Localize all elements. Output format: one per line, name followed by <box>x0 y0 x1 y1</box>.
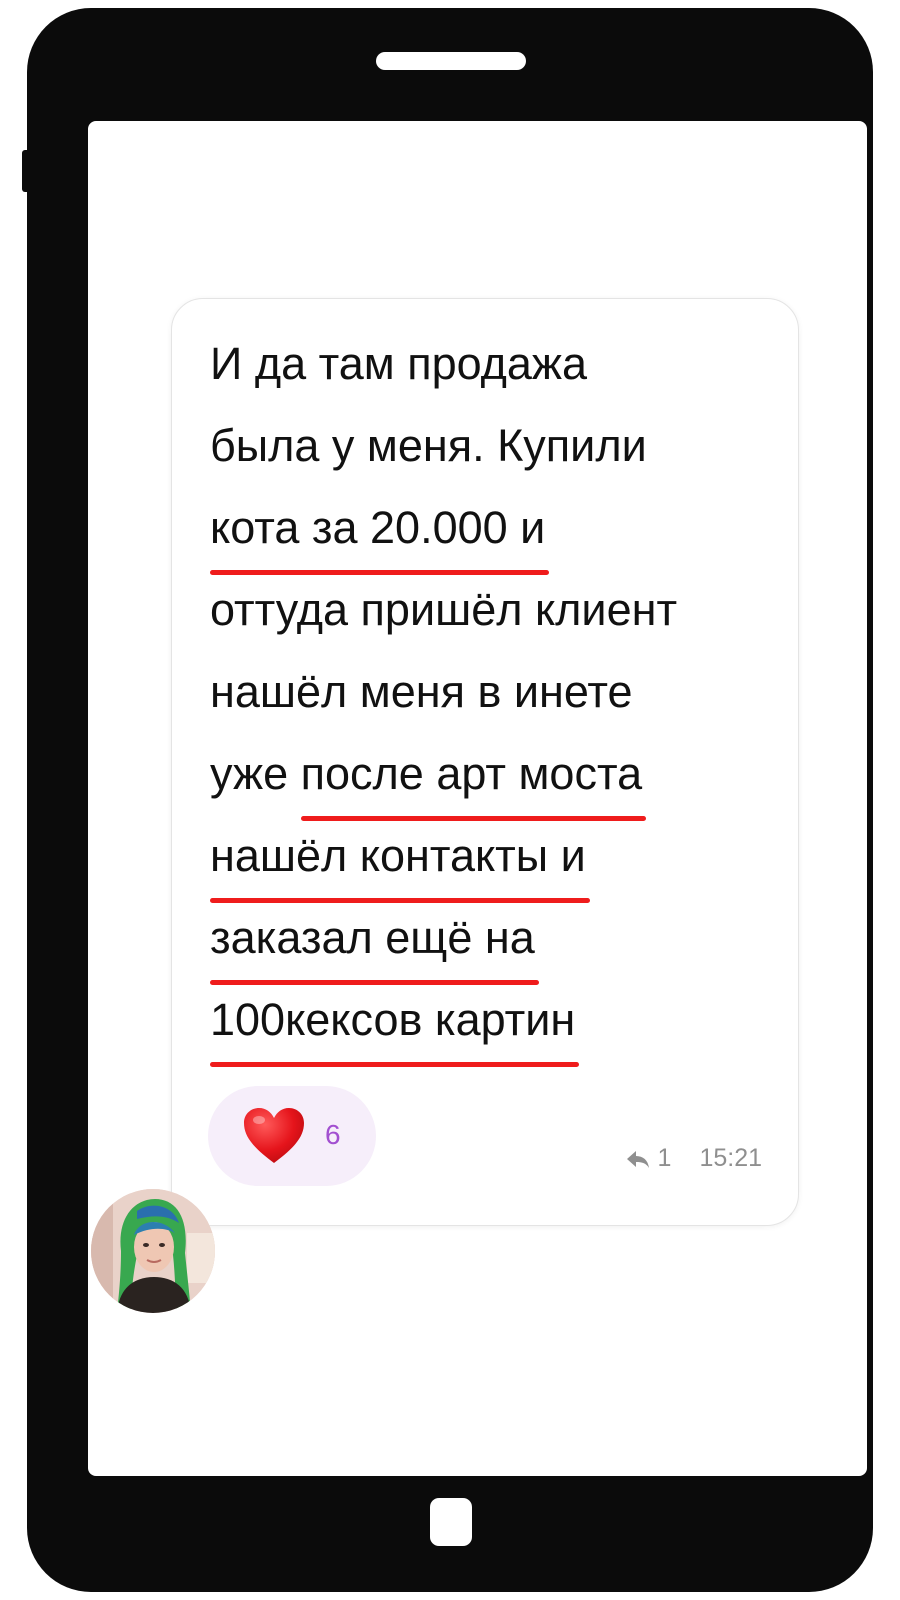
underlined-phrase: после арт моста <box>300 733 647 821</box>
reaction-chip[interactable]: 6 <box>208 1086 376 1186</box>
message-line: уже после арт моста <box>210 733 790 821</box>
message-text: И да там продажа была у меня. Купили кот… <box>210 323 790 1067</box>
message-time: 15:21 <box>699 1144 762 1172</box>
reply-icon[interactable] <box>626 1149 650 1169</box>
underlined-phrase: 100кексов картин <box>210 979 580 1067</box>
chat-screen: И да там продажа была у меня. Купили кот… <box>88 121 867 1476</box>
side-button[interactable] <box>22 150 30 192</box>
home-button[interactable] <box>430 1498 472 1546</box>
underlined-phrase: заказал ещё на <box>210 897 539 985</box>
speaker-grille <box>376 52 526 70</box>
heart-icon <box>244 1108 304 1163</box>
underlined-phrase: кота за 20.000 и <box>210 487 550 575</box>
message-line: была у меня. Купили <box>210 420 647 471</box>
reply-count: 1 <box>657 1144 672 1172</box>
message-line: нашёл контакты и <box>210 815 790 903</box>
reaction-count: 6 <box>325 1119 341 1150</box>
message-line: 100кексов картин <box>210 979 790 1067</box>
message-bubble[interactable]: И да там продажа была у меня. Купили кот… <box>171 298 799 1226</box>
message-line: кота за 20.000 и <box>210 487 790 575</box>
message-line: заказал ещё на <box>210 897 790 985</box>
phone-frame: И да там продажа была у меня. Купили кот… <box>27 8 873 1592</box>
message-line: оттуда пришёл клиент <box>210 584 678 635</box>
message-meta: 1 15:21 <box>626 1144 762 1173</box>
underlined-phrase: нашёл контакты и <box>210 815 590 903</box>
avatar[interactable] <box>91 1189 215 1313</box>
message-line: нашёл меня в инете <box>210 666 633 717</box>
message-line: И да там продажа <box>210 338 588 389</box>
avatar-photo <box>91 1189 215 1313</box>
